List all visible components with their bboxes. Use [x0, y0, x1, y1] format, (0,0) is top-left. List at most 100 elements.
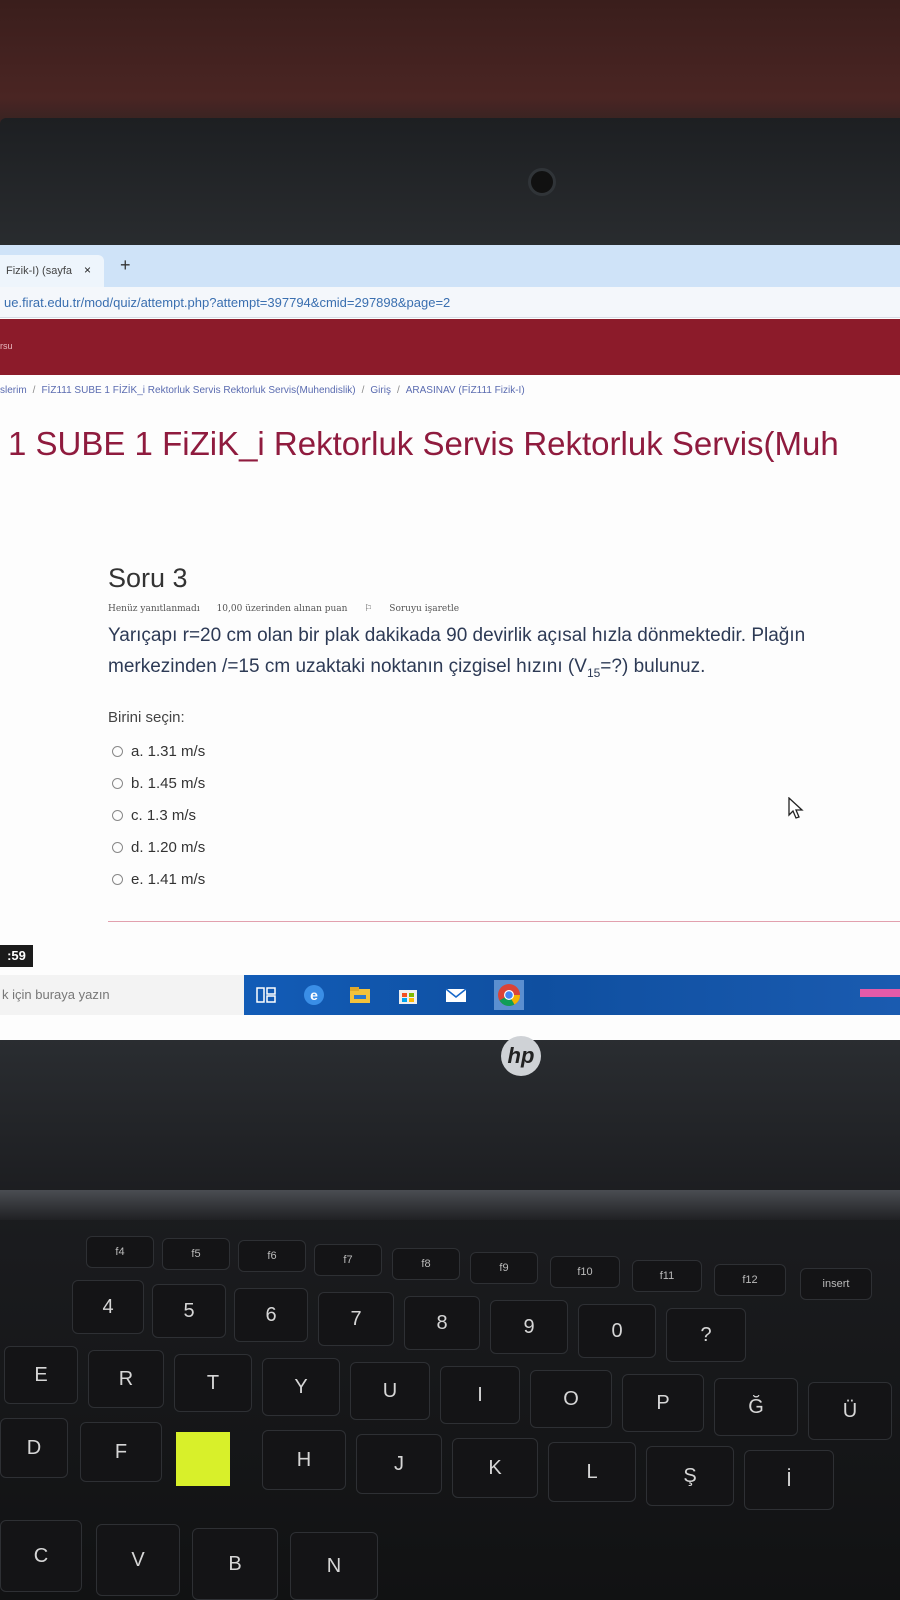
radio-button[interactable]: [112, 874, 123, 886]
file-explorer-icon[interactable]: [348, 983, 372, 1007]
radio-button[interactable]: [112, 842, 123, 854]
key-c[interactable]: C: [0, 1520, 82, 1592]
question-number: Soru 3: [108, 563, 188, 593]
option-label[interactable]: d. 1.20 m/s: [131, 839, 205, 856]
key-n[interactable]: N: [290, 1532, 378, 1600]
radio-button[interactable]: [112, 746, 123, 758]
key-f[interactable]: F: [80, 1422, 162, 1482]
option-label[interactable]: b. 1.45 m/s: [131, 775, 205, 792]
key-u-umlaut[interactable]: Ü: [808, 1382, 892, 1440]
option-label[interactable]: a. 1.31 m/s: [131, 743, 205, 760]
key-s-cedilla[interactable]: Ş: [646, 1446, 734, 1506]
mouse-cursor-icon: [788, 796, 804, 825]
radio-button[interactable]: [112, 778, 123, 790]
answer-option-a[interactable]: a. 1.31 m/s: [108, 736, 898, 768]
question-info: Henüz yanıtlanmadı 10,00 üzerinden alına…: [108, 604, 898, 614]
key-l[interactable]: L: [548, 1442, 636, 1502]
sticky-note: [176, 1432, 230, 1486]
answer-options: a. 1.31 m/s b. 1.45 m/s c. 1.3 m/s d. 1.…: [108, 736, 898, 896]
key-f6[interactable]: f6: [238, 1240, 306, 1272]
question-text-line2: merkezinden /=15 cm uzaktaki noktanın çi…: [108, 651, 898, 689]
store-icon[interactable]: [396, 983, 420, 1007]
key-f10[interactable]: f10: [550, 1256, 620, 1288]
key-f11[interactable]: f11: [632, 1260, 702, 1292]
search-placeholder[interactable]: k için buraya yazın: [2, 987, 110, 1002]
breadcrumb-item[interactable]: ARASINAV (FİZ111 Fizik-I): [406, 385, 525, 396]
site-header-label[interactable]: rsu: [0, 341, 13, 351]
windows-taskbar: k için buraya yazın e: [0, 975, 900, 1015]
key-0[interactable]: 0: [578, 1304, 656, 1358]
key-f4[interactable]: f4: [86, 1236, 154, 1268]
mail-icon[interactable]: [444, 983, 468, 1007]
key-f9[interactable]: f9: [470, 1252, 538, 1284]
key-r[interactable]: R: [88, 1350, 164, 1408]
key-t[interactable]: T: [174, 1354, 252, 1412]
site-header: rsu: [0, 319, 900, 375]
key-u[interactable]: U: [350, 1362, 430, 1420]
key-b[interactable]: B: [192, 1528, 278, 1600]
key-v[interactable]: V: [96, 1524, 180, 1596]
question-text-part: =?) bulunuz.: [600, 656, 706, 677]
key-9[interactable]: 9: [490, 1300, 568, 1354]
question-subscript: 15: [586, 665, 601, 680]
key-h[interactable]: H: [262, 1430, 346, 1490]
answer-option-b[interactable]: b. 1.45 m/s: [108, 768, 898, 800]
tab-close-icon[interactable]: ×: [84, 263, 91, 277]
svg-text:e: e: [310, 987, 318, 1003]
webcam: [528, 168, 556, 196]
key-g-breve[interactable]: Ğ: [714, 1378, 798, 1436]
breadcrumb-item[interactable]: FİZ111 SUBE 1 FİZİK_i Rektorluk Servis R…: [41, 385, 355, 396]
key-7[interactable]: 7: [318, 1292, 394, 1346]
browser-tabbar: Fizik-I) (sayfa × +: [0, 245, 900, 287]
key-4[interactable]: 4: [72, 1280, 144, 1334]
key-insert[interactable]: insert: [800, 1268, 872, 1300]
key-question[interactable]: ?: [666, 1308, 746, 1362]
new-tab-button[interactable]: +: [120, 255, 131, 276]
laptop-hinge: [0, 1190, 900, 1220]
question-text-line1: Yarıçapı r=20 cm olan bir plak dakikada …: [108, 625, 806, 646]
key-6[interactable]: 6: [234, 1288, 308, 1342]
breadcrumb-item[interactable]: Giriş: [370, 385, 391, 396]
radio-button[interactable]: [112, 810, 123, 822]
question-text-part: merkezinden /=15 cm uzaktaki noktanın çi…: [108, 656, 587, 677]
flag-icon: ⚐: [364, 604, 373, 614]
taskbar-search-box[interactable]: k için buraya yazın: [0, 975, 244, 1015]
taskbar-indicator: [860, 989, 900, 997]
question-block: Soru 3 Henüz yanıtlanmadı 10,00 üzerinde…: [108, 563, 898, 896]
key-k[interactable]: K: [452, 1438, 538, 1498]
key-8[interactable]: 8: [404, 1296, 480, 1350]
key-o[interactable]: O: [530, 1370, 612, 1428]
key-dotted-i[interactable]: İ: [744, 1450, 834, 1510]
hp-logo: hp: [501, 1036, 541, 1076]
url-text[interactable]: ue.firat.edu.tr/mod/quiz/attempt.php?att…: [4, 295, 450, 310]
course-title: 1 SUBE 1 FiZiK_i Rektorluk Servis Rektor…: [8, 425, 839, 462]
question-points: 10,00 üzerinden alınan puan: [216, 604, 348, 614]
option-label[interactable]: c. 1.3 m/s: [131, 807, 196, 824]
key-i[interactable]: I: [440, 1366, 520, 1424]
answer-option-c[interactable]: c. 1.3 m/s: [108, 800, 898, 832]
divider: [108, 921, 900, 922]
option-label[interactable]: e. 1.41 m/s: [131, 871, 205, 888]
key-e[interactable]: E: [4, 1346, 78, 1404]
answer-option-d[interactable]: d. 1.20 m/s: [108, 832, 898, 864]
question-status: Henüz yanıtlanmadı: [108, 604, 200, 614]
key-d[interactable]: D: [0, 1418, 68, 1478]
task-view-icon[interactable]: [254, 983, 278, 1007]
flag-question-link[interactable]: ⚐ Soruyu işaretle: [364, 604, 473, 614]
key-p[interactable]: P: [622, 1374, 704, 1432]
key-f12[interactable]: f12: [714, 1264, 786, 1296]
timer-clock: :59: [0, 945, 33, 967]
key-f8[interactable]: f8: [392, 1248, 460, 1280]
browser-tab[interactable]: Fizik-I) (sayfa ×: [0, 255, 104, 287]
chrome-icon[interactable]: [494, 980, 524, 1010]
key-f5[interactable]: f5: [162, 1238, 230, 1270]
breadcrumb-item[interactable]: slerim: [0, 385, 27, 396]
address-bar[interactable]: ue.firat.edu.tr/mod/quiz/attempt.php?att…: [0, 287, 900, 318]
key-y[interactable]: Y: [262, 1358, 340, 1416]
key-5[interactable]: 5: [152, 1284, 226, 1338]
tab-title: Fizik-I) (sayfa: [6, 265, 72, 277]
edge-icon[interactable]: e: [302, 983, 326, 1007]
key-j[interactable]: J: [356, 1434, 442, 1494]
answer-option-e[interactable]: e. 1.41 m/s: [108, 864, 898, 896]
key-f7[interactable]: f7: [314, 1244, 382, 1276]
